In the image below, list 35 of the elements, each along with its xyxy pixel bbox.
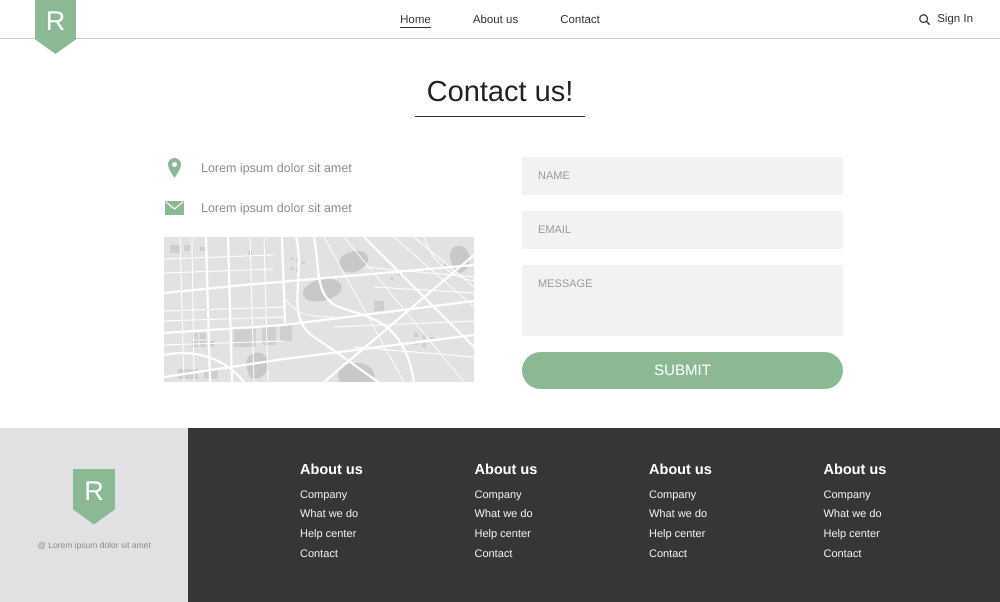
nav-tab[interactable]: Home — [400, 10, 431, 28]
footer-link[interactable]: Help center — [300, 524, 356, 545]
envelope-icon — [164, 201, 184, 215]
footer-heading: About us — [300, 462, 364, 478]
nav-tab[interactable]: About us — [472, 10, 518, 28]
footer-link[interactable]: Company — [300, 486, 348, 506]
text-input-field[interactable]: EMAIL — [522, 211, 843, 249]
footer-link[interactable]: Help center — [824, 524, 880, 545]
search-icon[interactable] — [919, 14, 930, 24]
sign-in-link[interactable]: Sign In — [937, 13, 973, 25]
location-pin-icon — [168, 158, 180, 178]
page-title: Contact us! — [414, 75, 586, 117]
logo: R — [73, 468, 115, 524]
footer-link[interactable]: Company — [824, 486, 871, 506]
footer-link[interactable]: What we do — [824, 505, 882, 525]
footer-link[interactable]: What we do — [300, 505, 358, 525]
nav-tab[interactable]: Contact — [560, 10, 600, 28]
footer-link[interactable]: Help center — [649, 524, 706, 545]
footer-heading: About us — [474, 462, 538, 478]
footer-link[interactable]: Contact — [474, 544, 512, 564]
contact-detail: Lorem ipsum dolor sit amet — [201, 161, 352, 175]
footer-link[interactable]: Contact — [649, 544, 687, 564]
contact-detail: Lorem ipsum dolor sit amet — [201, 201, 352, 215]
footer-link[interactable]: Contact — [824, 544, 862, 564]
footer-heading: About us — [649, 462, 713, 478]
text-input-field[interactable]: NAME — [522, 157, 843, 195]
footer-link[interactable]: What we do — [474, 505, 533, 525]
footer-heading: About us — [824, 462, 888, 478]
footer-link[interactable]: Company — [649, 486, 696, 506]
footer-link[interactable]: Company — [474, 486, 522, 506]
footer-link[interactable]: Contact — [300, 544, 338, 564]
footer-link[interactable]: What we do — [649, 505, 708, 525]
message-textarea[interactable]: MESSAGE — [522, 265, 843, 336]
footer-link[interactable]: Help center — [474, 524, 531, 545]
footer-tagline: @ Lorem ipsum dolor sit amet — [37, 540, 151, 550]
